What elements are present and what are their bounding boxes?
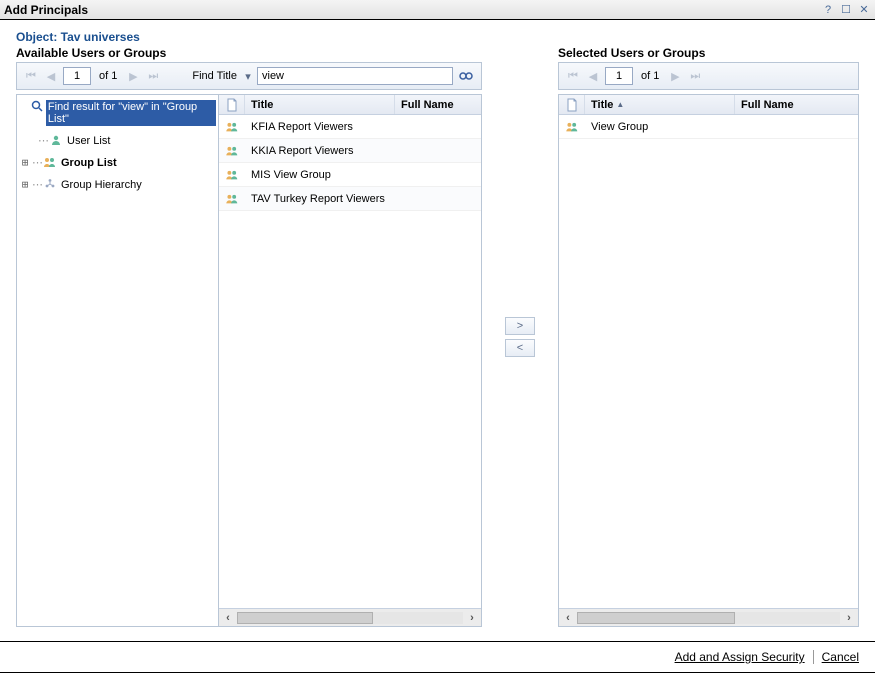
page-input[interactable] (605, 67, 633, 85)
cancel-button[interactable]: Cancel (813, 650, 859, 664)
tree-user-list[interactable]: User List (65, 134, 112, 148)
scroll-right-icon[interactable]: › (463, 612, 481, 624)
column-title[interactable]: Title▲ (585, 95, 735, 114)
hierarchy-icon (43, 178, 57, 190)
column-full-name[interactable]: Full Name (735, 95, 858, 114)
selected-hscroll[interactable]: ‹ › (559, 608, 858, 626)
tree-connector: ⋯ (37, 134, 49, 147)
row-title: View Group (585, 121, 735, 133)
footer: Add and Assign Security Cancel (0, 641, 875, 672)
group-icon (219, 144, 245, 158)
page-input[interactable] (63, 67, 91, 85)
table-row[interactable]: KKIA Report Viewers (219, 139, 481, 163)
first-page-button[interactable]: ⏮ (23, 68, 39, 84)
table-row[interactable]: MIS View Group (219, 163, 481, 187)
selected-panel: Selected Users or Groups ⏮ ◀ of 1 ▶ ⏭ (558, 46, 859, 627)
search-input[interactable] (257, 67, 453, 85)
sort-asc-icon: ▲ (616, 100, 624, 109)
available-toolbar: ⏮ ◀ of 1 ▶ ⏭ Find Title ▾ (16, 62, 482, 90)
group-icon (219, 168, 245, 182)
group-icon (559, 120, 585, 134)
tree-find-result[interactable]: Find result for "view" in "Group List" (19, 99, 216, 127)
available-hscroll[interactable]: ‹ › (219, 608, 481, 626)
column-icon[interactable] (559, 95, 585, 114)
available-header: Available Users or Groups (16, 46, 482, 60)
scroll-left-icon[interactable]: ‹ (559, 612, 577, 624)
user-icon (49, 134, 63, 146)
column-title[interactable]: Title (245, 95, 395, 114)
help-button[interactable]: ? (821, 3, 835, 17)
scroll-right-icon[interactable]: › (840, 612, 858, 624)
search-icon[interactable] (457, 67, 475, 85)
group-icon (219, 192, 245, 206)
row-title: TAV Turkey Report Viewers (245, 193, 395, 205)
next-page-button[interactable]: ▶ (667, 68, 683, 84)
move-buttons: > < (502, 46, 538, 627)
scroll-left-icon[interactable]: ‹ (219, 612, 237, 624)
tree-label[interactable]: Find result for "view" in "Group List" (46, 100, 216, 126)
tree-connector: ⋯ (31, 156, 43, 169)
tree-toggle[interactable] (19, 100, 31, 113)
page-of-text: of 1 (641, 70, 659, 82)
tree-group-list[interactable]: Group List (59, 156, 119, 170)
page-of-text: of 1 (99, 70, 117, 82)
row-title: KFIA Report Viewers (245, 121, 395, 133)
move-left-button[interactable]: < (505, 339, 535, 357)
add-assign-button[interactable]: Add and Assign Security (675, 650, 805, 664)
find-dropdown-icon[interactable]: ▾ (243, 70, 253, 83)
last-page-button[interactable]: ⏭ (145, 68, 161, 84)
close-button[interactable]: ✕ (857, 3, 871, 17)
prev-page-button[interactable]: ◀ (585, 68, 601, 84)
table-row[interactable]: View Group (559, 115, 858, 139)
first-page-button[interactable]: ⏮ (565, 68, 581, 84)
tree-connector: ⋯ (31, 178, 43, 191)
move-right-button[interactable]: > (505, 317, 535, 335)
tree-group-hierarchy[interactable]: Group Hierarchy (59, 178, 144, 192)
table-row[interactable]: KFIA Report Viewers (219, 115, 481, 139)
selected-toolbar: ⏮ ◀ of 1 ▶ ⏭ (558, 62, 859, 90)
column-icon[interactable] (219, 95, 245, 114)
row-title: KKIA Report Viewers (245, 145, 395, 157)
find-label: Find Title (192, 70, 237, 82)
selected-list: Title▲ Full Name View Group ‹ › (559, 95, 858, 626)
column-full-name[interactable]: Full Name (395, 95, 481, 114)
dialog-title: Add Principals (4, 3, 88, 17)
available-panel: Available Users or Groups ⏮ ◀ of 1 ▶ ⏭ F… (16, 46, 482, 627)
last-page-button[interactable]: ⏭ (687, 68, 703, 84)
row-title: MIS View Group (245, 169, 395, 181)
tree-pane: Find result for "view" in "Group List" ⋯… (17, 95, 219, 626)
search-result-icon (31, 100, 44, 112)
object-heading: Object: Tav universes (16, 30, 859, 44)
titlebar: Add Principals ? ☐ ✕ (0, 0, 875, 20)
group-icon (219, 120, 245, 134)
prev-page-button[interactable]: ◀ (43, 68, 59, 84)
selected-header: Selected Users or Groups (558, 46, 859, 60)
available-list: Title Full Name KFIA Report Viewers KKIA … (219, 95, 481, 626)
selected-columns: Title▲ Full Name (559, 95, 858, 115)
next-page-button[interactable]: ▶ (125, 68, 141, 84)
tree-expand-icon[interactable]: ⊞ (19, 156, 31, 169)
group-icon (43, 156, 57, 168)
available-columns: Title Full Name (219, 95, 481, 115)
table-row[interactable]: TAV Turkey Report Viewers (219, 187, 481, 211)
tree-expand-icon[interactable]: ⊞ (19, 178, 31, 191)
maximize-button[interactable]: ☐ (839, 3, 853, 17)
dialog-window: Add Principals ? ☐ ✕ Object: Tav univers… (0, 0, 875, 673)
